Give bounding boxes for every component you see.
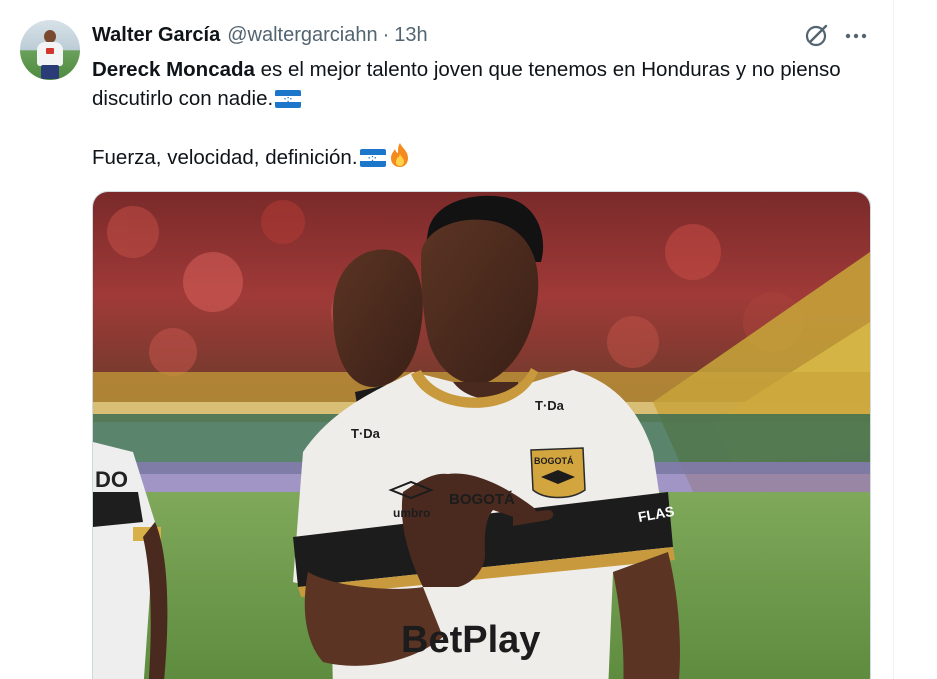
avatar[interactable] xyxy=(20,20,80,80)
jersey-maker-text: umbro xyxy=(393,506,430,520)
author-handle[interactable]: @waltergarciahn xyxy=(227,24,377,47)
tweet-header: Walter García @waltergarciahn · 13h xyxy=(92,22,428,48)
jersey-brand-left: T·Da xyxy=(351,426,381,441)
tweet-text-line2: Fuerza, velocidad, definición. xyxy=(92,146,358,169)
left-player-number: DO xyxy=(95,467,128,492)
jersey-brand-right: T·Da xyxy=(535,398,565,413)
tweet-paragraph-1: Dereck Moncada es el mejor talento joven… xyxy=(92,55,872,113)
author-name[interactable]: Walter García xyxy=(92,24,220,47)
jersey-sponsor-text: BetPlay xyxy=(401,619,540,661)
honduras-flag-icon xyxy=(275,90,302,108)
column-divider xyxy=(893,0,894,679)
tweet-text: Dereck Moncada es el mejor talento joven… xyxy=(92,55,872,172)
separator-dot: · xyxy=(382,23,390,46)
tweet-paragraph-2: Fuerza, velocidad, definición. xyxy=(92,142,872,172)
jersey-city-text: BOGOTÁ xyxy=(449,491,515,508)
tweet-photo[interactable]: DO BOGOTÁ T·Da T·Da BOGOTÁ umbro FLAS Be… xyxy=(92,191,871,679)
more-icon[interactable] xyxy=(842,22,870,50)
fire-icon xyxy=(388,142,412,168)
grok-icon[interactable] xyxy=(802,22,830,50)
crest-city-text: BOGOTÁ xyxy=(534,456,574,466)
tweet-page: Walter García @waltergarciahn · 13h Dere… xyxy=(0,0,937,679)
honduras-flag-icon xyxy=(359,149,386,167)
mentioned-name: Dereck Moncada xyxy=(92,58,255,81)
tweet-timestamp[interactable]: 13h xyxy=(394,24,427,47)
